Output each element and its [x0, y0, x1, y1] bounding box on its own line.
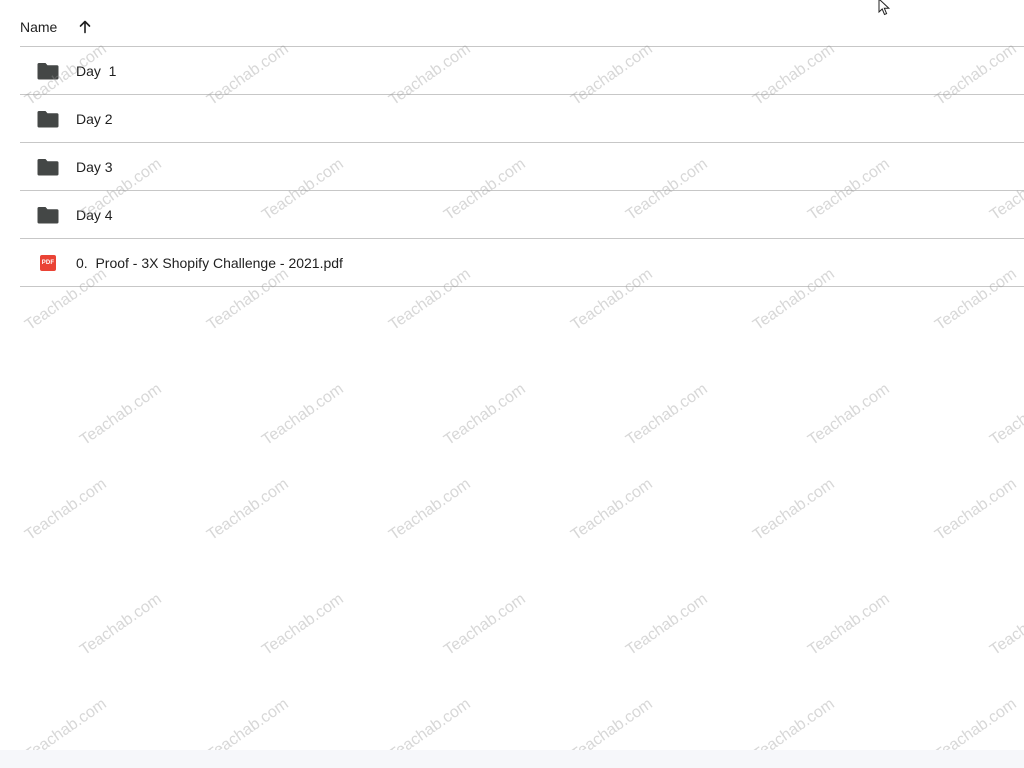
- item-name: Day 1: [76, 62, 117, 79]
- list-item[interactable]: Day 4: [20, 191, 1024, 239]
- watermark-text: Teachab.com: [386, 475, 474, 544]
- item-name: Day 3: [76, 158, 113, 175]
- mouse-cursor-icon: [878, 0, 891, 16]
- list-item[interactable]: PDF 0. Proof - 3X Shopify Challenge - 20…: [20, 239, 1024, 287]
- arrow-up-icon[interactable]: [73, 15, 97, 39]
- list-item[interactable]: Day 2: [20, 95, 1024, 143]
- folder-icon: [36, 59, 60, 83]
- file-browser: Name Day 1 Day 2 Day 3 Day 4 PDF 0. Proo…: [0, 0, 1024, 768]
- folder-icon: [36, 155, 60, 179]
- watermark-text: Teachab.com: [22, 475, 110, 544]
- watermark-text: Teachab.com: [441, 380, 529, 449]
- watermark-text: Teachab.com: [805, 590, 893, 659]
- list-item[interactable]: Day 1: [20, 47, 1024, 95]
- item-name: Day 4: [76, 206, 113, 223]
- list-header: Name: [20, 0, 1024, 47]
- watermark-text: Teachab.com: [987, 590, 1024, 659]
- watermark-text: Teachab.com: [932, 475, 1020, 544]
- watermark-text: Teachab.com: [204, 475, 292, 544]
- watermark-text: Teachab.com: [441, 590, 529, 659]
- watermark-text: Teachab.com: [750, 475, 838, 544]
- name-column-header[interactable]: Name: [20, 19, 57, 35]
- watermark-text: Teachab.com: [259, 380, 347, 449]
- watermark-text: Teachab.com: [259, 590, 347, 659]
- pdf-icon: PDF: [36, 251, 60, 275]
- watermark-text: Teachab.com: [987, 380, 1024, 449]
- watermark-text: Teachab.com: [805, 380, 893, 449]
- pdf-badge: PDF: [40, 254, 56, 271]
- item-name: 0. Proof - 3X Shopify Challenge - 2021.p…: [76, 254, 343, 271]
- watermark-text: Teachab.com: [568, 475, 656, 544]
- bottom-bar: [0, 750, 1024, 768]
- item-name: Day 2: [76, 110, 113, 127]
- list-item[interactable]: Day 3: [20, 143, 1024, 191]
- watermark-text: Teachab.com: [623, 590, 711, 659]
- folder-icon: [36, 107, 60, 131]
- watermark-text: Teachab.com: [623, 380, 711, 449]
- file-list: Name Day 1 Day 2 Day 3 Day 4 PDF 0. Proo…: [20, 0, 1024, 287]
- watermark-text: Teachab.com: [77, 380, 165, 449]
- folder-icon: [36, 203, 60, 227]
- watermark-text: Teachab.com: [77, 590, 165, 659]
